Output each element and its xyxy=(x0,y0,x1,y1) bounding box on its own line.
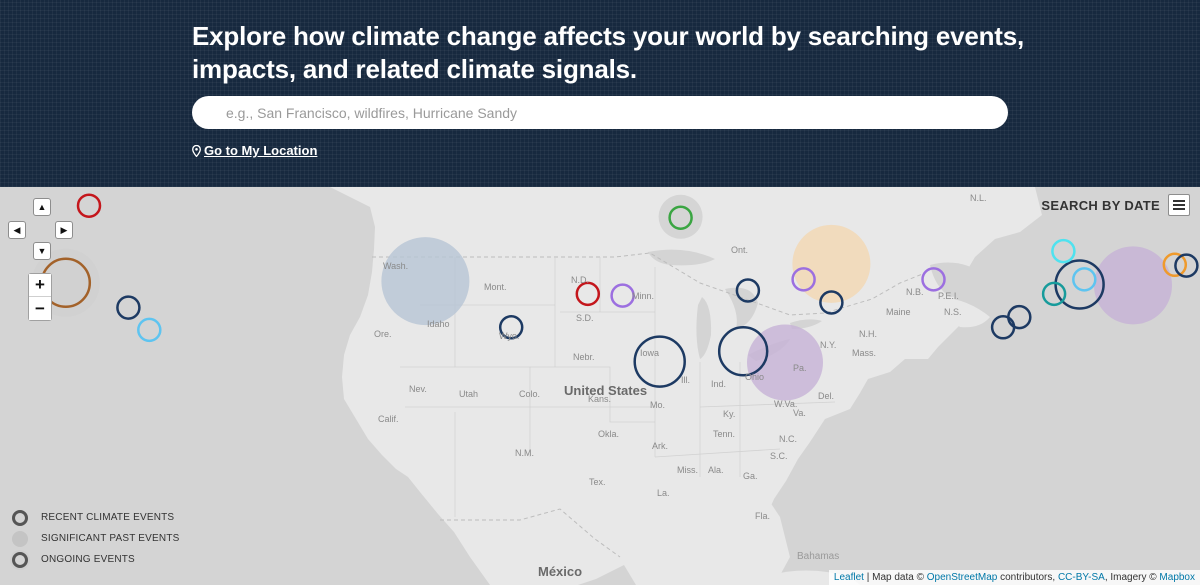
state-label-colo: Colo. xyxy=(519,389,540,399)
ongoing-area-drought[interactable] xyxy=(381,237,470,326)
search-by-date-control[interactable]: SEARCH BY DATE xyxy=(1041,194,1190,216)
state-label-nh: N.H. xyxy=(859,329,877,339)
pan-down-button[interactable]: ▼ xyxy=(33,242,51,260)
state-label-va: Va. xyxy=(793,408,806,418)
state-label-mass: Mass. xyxy=(852,348,876,358)
state-label-ga: Ga. xyxy=(743,471,758,481)
state-label-ala: Ala. xyxy=(708,465,724,475)
legend-row-recent: RECENT CLIMATE EVENTS xyxy=(12,507,180,528)
state-label-iowa: Iowa xyxy=(640,348,659,358)
ongoing-area-flood[interactable] xyxy=(747,324,823,401)
country-label-us: United States xyxy=(564,383,647,398)
legend-row-ongoing: ONGOING EVENTS xyxy=(12,549,180,570)
state-label-sd: S.D. xyxy=(576,313,594,323)
legend-label-ongoing: ONGOING EVENTS xyxy=(41,554,135,565)
recent-event-marker[interactable] xyxy=(990,315,1016,340)
zoom-control: + − xyxy=(28,273,52,321)
pan-left-button[interactable]: ◀ xyxy=(8,221,26,239)
calendar-icon[interactable] xyxy=(1168,194,1190,216)
legend-row-past: SIGNIFICANT PAST EVENTS xyxy=(12,528,180,549)
search-by-date-label: SEARCH BY DATE xyxy=(1041,197,1160,213)
map-data-text: Map data © xyxy=(872,572,924,583)
pan-up-button[interactable]: ▲ xyxy=(33,198,51,216)
state-label-nc: N.C. xyxy=(779,434,797,444)
state-label-nebr: Nebr. xyxy=(573,352,595,362)
ongoing-area-storm[interactable] xyxy=(1094,246,1172,325)
mapbox-link[interactable]: Mapbox xyxy=(1159,572,1195,583)
go-to-my-location-label: Go to My Location xyxy=(204,143,318,158)
recent-event-icon xyxy=(12,509,28,526)
map-attribution: Leaflet | Map data © OpenStreetMap contr… xyxy=(828,570,1200,585)
headline-line-1: Explore how climate change affects your … xyxy=(192,21,1025,51)
state-label-tex: Tex. xyxy=(589,477,606,487)
state-label-nd: N.D. xyxy=(571,275,589,285)
openstreetmap-link[interactable]: OpenStreetMap xyxy=(927,572,998,583)
state-label-ky: Ky. xyxy=(723,409,735,419)
imagery-text: , Imagery © xyxy=(1104,572,1157,583)
state-label-minn: Minn. xyxy=(632,291,654,301)
state-label-okla: Okla. xyxy=(598,429,619,439)
state-label-fla: Fla. xyxy=(755,511,770,521)
headline: Explore how climate change affects your … xyxy=(192,20,1052,86)
ongoing-event-icon xyxy=(12,551,28,568)
past-event-icon xyxy=(12,530,28,547)
state-label-nev: Nev. xyxy=(409,384,427,394)
state-label-calif: Calif. xyxy=(378,414,399,424)
go-to-my-location-link[interactable]: Go to My Location xyxy=(192,143,317,158)
country-label-bahamas: Bahamas xyxy=(797,551,839,562)
recent-event-marker[interactable] xyxy=(137,317,162,343)
state-label-wyo: Wyo. xyxy=(499,331,519,341)
state-label-ark: Ark. xyxy=(652,441,668,451)
map-canvas[interactable]: Wash. Mont. Idaho Ore. Wyo. Nev. Utah Ca… xyxy=(0,187,1200,585)
state-label-pa: Pa. xyxy=(793,363,807,373)
recent-event-marker[interactable] xyxy=(1041,281,1067,307)
zoom-in-button[interactable]: + xyxy=(29,274,51,297)
country-label-mexico: México xyxy=(538,564,582,579)
province-label-nl: N.L. xyxy=(970,193,987,203)
map-pin-icon xyxy=(192,144,201,157)
climate-map[interactable]: Wash. Mont. Idaho Ore. Wyo. Nev. Utah Ca… xyxy=(0,187,1200,585)
recent-event-marker[interactable] xyxy=(76,193,102,218)
state-label-sc: S.C. xyxy=(770,451,788,461)
search-input[interactable] xyxy=(192,96,1008,129)
state-label-maine: Maine xyxy=(886,307,911,317)
contributors-text: contributors, xyxy=(1000,572,1056,583)
state-label-mont: Mont. xyxy=(484,282,507,292)
state-label-ind: Ind. xyxy=(711,379,726,389)
state-label-wash: Wash. xyxy=(383,261,408,271)
ongoing-area-event[interactable] xyxy=(658,194,703,239)
state-label-ohio: Ohio xyxy=(745,372,764,382)
cc-by-sa-link[interactable]: CC-BY-SA xyxy=(1058,572,1105,583)
headline-line-2: impacts, and related climate signals. xyxy=(192,54,637,84)
state-label-tenn: Tenn. xyxy=(713,429,735,439)
zoom-out-button[interactable]: − xyxy=(29,297,51,320)
state-label-ill: Ill. xyxy=(681,375,690,385)
province-label-nb: N.B. xyxy=(906,287,924,297)
province-label-ns: N.S. xyxy=(944,307,962,317)
pan-right-button[interactable]: ▶ xyxy=(55,221,73,239)
state-label-nm: N.M. xyxy=(515,448,534,458)
state-label-ore: Ore. xyxy=(374,329,392,339)
recent-event-marker[interactable] xyxy=(1051,238,1076,264)
site-header: Explore how climate change affects your … xyxy=(0,0,1200,187)
state-label-idaho: Idaho xyxy=(427,319,450,329)
recent-event-marker[interactable] xyxy=(1007,304,1032,330)
province-label-pei: P.E.I. xyxy=(938,291,959,301)
recent-event-marker[interactable] xyxy=(116,295,141,320)
state-label-la: La. xyxy=(657,488,670,498)
state-label-miss: Miss. xyxy=(677,465,698,475)
state-label-utah: Utah xyxy=(459,389,478,399)
state-label-ny: N.Y. xyxy=(820,340,836,350)
province-label-ont: Ont. xyxy=(731,245,748,255)
state-label-mo: Mo. xyxy=(650,400,665,410)
leaflet-link[interactable]: Leaflet xyxy=(834,572,864,583)
map-legend: RECENT CLIMATE EVENTS SIGNIFICANT PAST E… xyxy=(12,507,180,570)
legend-label-recent: RECENT CLIMATE EVENTS xyxy=(41,512,175,523)
legend-label-past: SIGNIFICANT PAST EVENTS xyxy=(41,533,180,544)
recent-event-marker[interactable] xyxy=(1072,267,1097,292)
state-label-del: Del. xyxy=(818,391,834,401)
